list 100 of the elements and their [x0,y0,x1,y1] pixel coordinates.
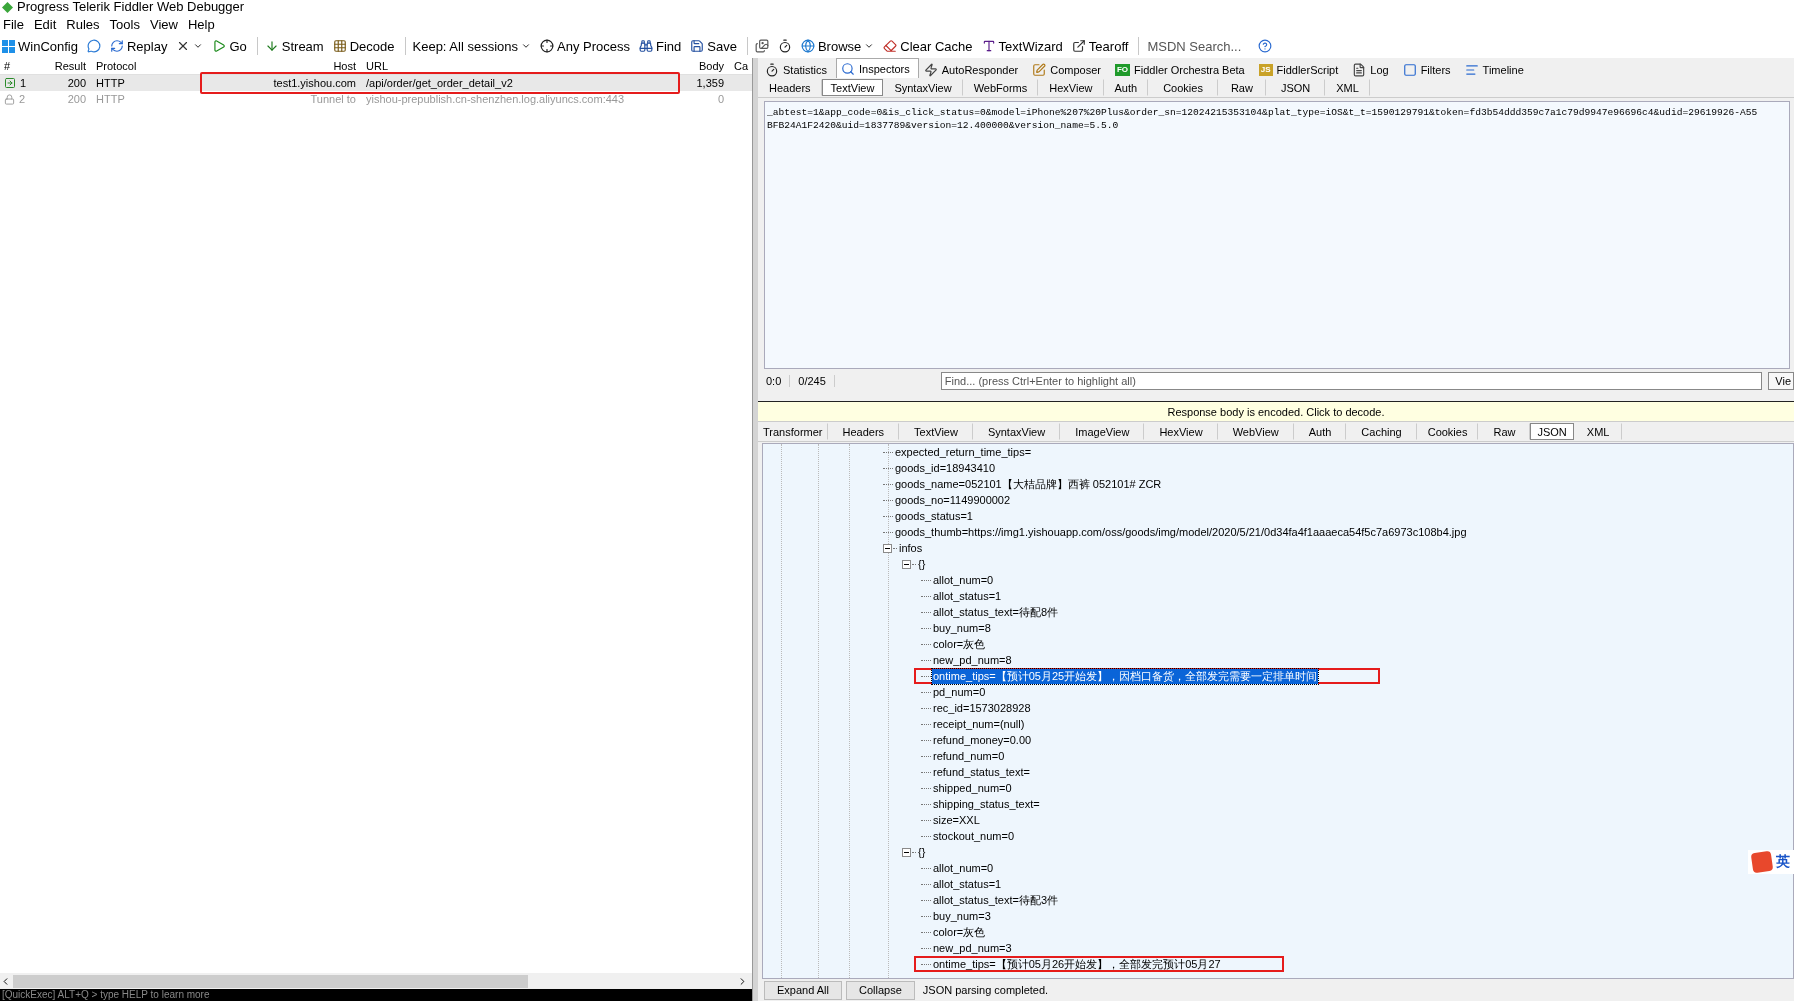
menu-item[interactable]: Help [186,16,220,32]
tree-node[interactable]: new_pd_num=3 [932,942,1013,954]
tree-node[interactable]: ontime_tips=【预计05月26开始发】，全部发完预计05月27 [932,956,1222,972]
toolbar-button[interactable]: Tearoff [1069,37,1134,55]
tree-node[interactable]: refund_num=0 [932,750,1006,762]
collapse-icon[interactable] [902,847,911,857]
tab[interactable]: TextView [821,79,884,96]
tab[interactable]: HexView [1144,423,1218,440]
tree-node[interactable]: allot_num=0 [932,862,995,874]
tree-button[interactable]: Expand All [764,980,842,1000]
scrollbar-thumb[interactable] [13,974,528,988]
tree-node[interactable]: goods_status=1 [894,510,974,522]
tree-node[interactable]: goods_id=18943410 [894,462,996,474]
toolbar-dropdown[interactable]: Keep: All sessions [410,37,536,55]
find-field[interactable]: Find... (press Ctrl+Enter to highlight all) [940,372,1763,390]
menu-item[interactable]: File [2,16,29,32]
tab[interactable]: HexView [1038,79,1104,96]
tree-node[interactable]: color=灰色 [932,924,987,940]
tab[interactable]: Auth [1103,79,1149,96]
column-header[interactable]: Result [42,60,92,72]
tree-node[interactable]: goods_no=1149900002 [894,494,1012,506]
tab[interactable]: Statistics [760,60,836,78]
tree-node[interactable]: refund_status_text= [932,766,1031,778]
tab[interactable]: ImageView [1060,423,1145,440]
tab[interactable]: Caching [1346,423,1417,440]
tree-node[interactable]: color=灰色 [932,636,987,652]
tree-node[interactable]: expected_return_time_tips= [894,446,1033,458]
tab[interactable]: JSON [1265,79,1326,96]
tab[interactable]: Cookies [1416,423,1479,440]
tree-node[interactable]: goods_thumb=https://img1.yishouapp.com/oss/goods/img/model/2020/5/21/0d34fa4f1aaaeca54f5c7a6973c108b4.jpg [894,526,1468,538]
tab[interactable]: Composer [1027,60,1110,78]
column-header[interactable]: URL [362,60,680,72]
tree-node[interactable]: allot_num=0 [932,574,995,586]
toolbar-button[interactable]: Stream [262,37,329,55]
tree-node[interactable]: new_pd_num=8 [932,654,1013,666]
toolbar-button[interactable]: Clear Cache [881,37,978,55]
view-button[interactable]: Vie [1768,372,1794,390]
tree-node[interactable]: goods_name=052101【大桔品牌】西裤 052101# ZCR [894,476,1163,492]
toolbar-button[interactable]: TextWizard [979,37,1068,55]
menu-item[interactable]: Rules [65,16,105,32]
tree-node[interactable]: infos [898,542,924,554]
toolbar-button[interactable]: Go [210,37,252,55]
tree-node[interactable]: ontime_tips=【预计05月25开始发】，因档口备货，全部发完需要一定排单时间 [932,668,1319,684]
tree-node[interactable]: refund_money=0.00 [932,734,1033,746]
session-row[interactable]: 1 200 HTTP test1.yishou.com /api/order/get_order_detail_v2 1,359 [0,75,752,91]
column-header[interactable]: # [0,60,42,72]
tree-node[interactable]: {} [917,846,927,858]
column-header[interactable]: Host [200,60,362,72]
tree-node[interactable]: allot_status=1 [932,590,1003,602]
tree-node[interactable]: shipping_status_text= [932,798,1041,810]
tab[interactable]: SyntaxView [883,79,963,96]
tab[interactable]: Auth [1293,423,1347,440]
tab[interactable]: XML [1573,423,1623,440]
tree-node[interactable]: receipt_num=(null) [932,718,1026,730]
tab[interactable]: SyntaxView [972,423,1061,440]
toolbar-dropdown[interactable]: Browse [798,37,880,55]
tab[interactable]: Headers [758,79,822,96]
menu-item[interactable]: View [148,16,183,32]
tree-node[interactable]: shipped_num=0 [932,782,1013,794]
tab[interactable]: Timeline [1459,60,1533,78]
tab[interactable]: WebForms [962,79,1039,96]
tab[interactable]: FO Fiddler Orchestra Beta [1109,60,1254,78]
collapse-icon[interactable] [902,559,911,569]
tree-node[interactable]: buy_num=3 [932,910,992,922]
column-header[interactable]: Protocol [92,60,200,72]
tree-node[interactable]: allot_status=1 [932,878,1003,890]
quickexec-bar[interactable]: [QuickExec] ALT+Q > type HELP to learn more [0,989,752,1001]
tab[interactable]: Cookies [1148,79,1218,96]
tree-node[interactable]: pd_num=0 [932,686,987,698]
tab[interactable]: Inspectors [836,58,919,78]
toolbar-button[interactable]: Replay [107,37,173,55]
tree-node[interactable]: allot_status_text=待配3件 [932,892,1060,908]
tab[interactable]: TextView [899,423,973,440]
tree-node[interactable]: rec_id=1573028928 [932,702,1032,714]
menu-item[interactable]: Edit [32,16,62,32]
column-header[interactable]: Ca [730,60,752,72]
tab[interactable]: AutoResponder [918,60,1028,78]
toolbar-button[interactable]: Find [637,37,687,55]
toolbar-button[interactable]: Any Process [538,37,635,55]
tree-node[interactable]: stockout_num=0 [932,830,1016,842]
notice-bar[interactable]: Response body is encoded. Click to decode. [758,401,1794,422]
tab[interactable]: Filters [1397,60,1460,78]
tree-node[interactable]: allot_status_text=待配8件 [932,604,1060,620]
toolbar-button[interactable]: Save [688,37,742,55]
column-header[interactable]: Body [680,60,730,72]
tree-node[interactable]: size=XXL [932,814,981,826]
tab[interactable]: JS FiddlerScript [1253,60,1348,78]
tree-node[interactable]: {} [917,558,927,570]
tab[interactable]: XML [1325,79,1370,96]
tree-node[interactable]: buy_num=8 [932,622,992,634]
tab[interactable]: Transformer [758,423,828,440]
collapse-icon[interactable] [883,543,892,553]
tree-button[interactable]: Collapse [846,980,915,1000]
menu-item[interactable]: Tools [108,16,145,32]
tab[interactable]: JSON [1530,423,1574,440]
tab[interactable]: Log [1347,60,1398,78]
tab[interactable]: Headers [827,423,900,440]
tab[interactable]: WebView [1217,423,1294,440]
tab[interactable]: Raw [1217,79,1266,96]
toolbar-button[interactable]: WinConfig [0,37,83,55]
